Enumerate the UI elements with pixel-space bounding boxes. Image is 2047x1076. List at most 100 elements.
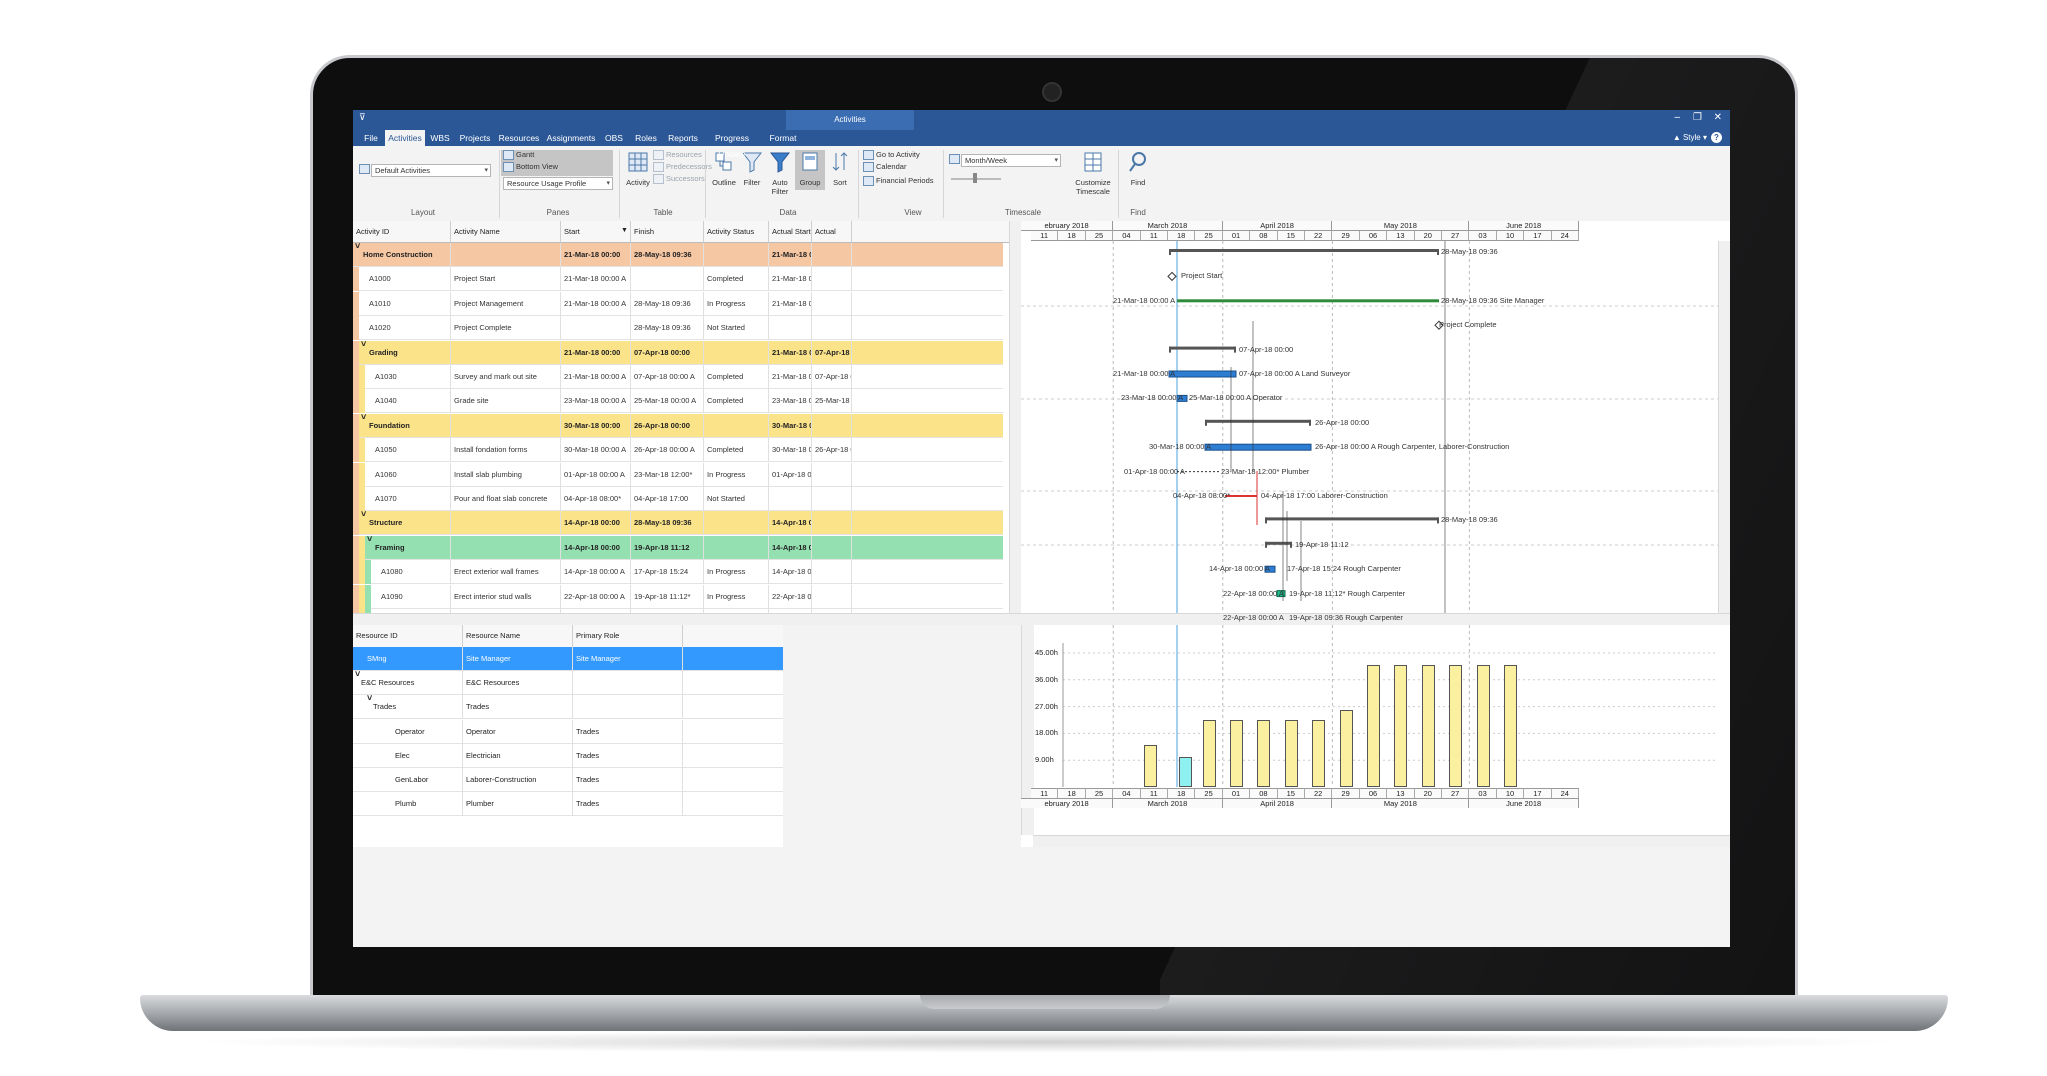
menu-format[interactable]: Format (761, 130, 805, 146)
wbs-row[interactable]: Foundation 30-Mar-18 00:00 26-Apr-18 00:00… (353, 412, 1003, 438)
activity-row[interactable]: A1090 Erect interior stud walls 22-Apr-18 … (353, 584, 1003, 609)
collapse-chevron-icon[interactable]: ˅ (367, 693, 372, 703)
menu-reports[interactable]: Reports (663, 130, 703, 146)
activity-row[interactable]: A1040 Grade site 23-Mar-18 00:00 A 25-Mar-1… (353, 389, 1003, 414)
cell-id: A1040 (353, 389, 451, 414)
resource-table-empty-area (783, 625, 1022, 847)
timescale-week: 18 (1168, 231, 1196, 241)
restore-icon[interactable]: ❐ (1693, 112, 1702, 123)
collapse-chevron-icon[interactable]: ˅ (355, 669, 360, 679)
menu-activities[interactable]: Activities (385, 130, 425, 146)
histogram-hscroll[interactable] (1033, 835, 1730, 847)
table-predecessors[interactable]: Predecessors (653, 161, 712, 173)
outline-label: Outline (712, 178, 736, 187)
timescale-slider-handle[interactable] (973, 173, 977, 183)
resource-row[interactable]: GenLabor Laborer-Construction Trades (353, 768, 783, 792)
quick-access-icon[interactable]: ⊽ (359, 112, 366, 123)
pane-bottom-view[interactable]: Bottom View (503, 161, 558, 173)
menu-assignments[interactable]: Assignments (543, 130, 599, 146)
menu-roles[interactable]: Roles (629, 130, 663, 146)
timescale-combo[interactable]: Month/Week ▾ (961, 154, 1061, 167)
activity-row[interactable]: A1050 Install fondation forms 30-Mar-18 00… (353, 438, 1003, 463)
resource-row[interactable]: Operator Operator Trades (353, 719, 783, 744)
resource-cell-id: Plumb (353, 792, 463, 817)
sort-label: Sort (833, 178, 847, 187)
activity-row[interactable]: A1060 Install slab plumbing 01-Apr-18 00:0… (353, 462, 1003, 487)
gantt-bar-label: 28-May-18 09:36 (1441, 515, 1498, 525)
cell-start: 21-Mar-18 00:00 (561, 243, 631, 267)
wbs-row[interactable]: Structure 14-Apr-18 00:00 28-May-18 09:36 1… (353, 509, 1003, 536)
timescale-week: 24 (1551, 788, 1579, 798)
activity-row[interactable]: A1080 Erect exterior wall frames 14-Apr-18… (353, 560, 1003, 585)
resource-column-header[interactable]: Primary Role (573, 625, 683, 647)
activity-table-hscroll[interactable] (353, 613, 1021, 625)
group-button[interactable]: Group (795, 150, 825, 190)
close-icon[interactable]: ✕ (1714, 112, 1722, 123)
resource-row[interactable]: SMng Site Manager Site Manager (353, 647, 783, 671)
gantt-bar-label: 30-Mar-18 00:00 A (1149, 442, 1212, 452)
customize-timescale-icon (1084, 152, 1102, 172)
menu-resources[interactable]: Resources (495, 130, 543, 146)
activity-row[interactable]: A1070 Pour and float slab concrete 04-Apr-… (353, 487, 1003, 511)
wbs-row[interactable]: Home Construction 21-Mar-18 00:00 28-May-1… (353, 241, 1003, 267)
gantt-bar-label: 21-Mar-18 00:00 A (1113, 369, 1176, 378)
collapse-chevron-icon[interactable]: ˅ (361, 509, 366, 519)
resource-row[interactable]: Trades Trades ˅ (353, 693, 783, 720)
timescale-week: 24 (1551, 231, 1579, 241)
sort-desc-icon[interactable]: ▼ (621, 227, 628, 234)
wbs-row[interactable]: Framing 14-Apr-18 00:00 19-Apr-18 11:12 14-… (353, 534, 1003, 560)
menu-wbs[interactable]: WBS (425, 130, 455, 146)
menu-projects[interactable]: Projects (455, 130, 495, 146)
style-menu[interactable]: ▲ Style ▾? (1673, 132, 1722, 143)
help-icon[interactable]: ? (1711, 132, 1722, 143)
column-header[interactable]: Actual Start (769, 221, 812, 242)
menu-obs[interactable]: OBS (599, 130, 629, 146)
layout-combo[interactable]: Default Activities ▾ (371, 164, 491, 177)
column-header[interactable]: Actual Finish (812, 221, 852, 257)
menu-progress-update[interactable]: Progress Update (703, 130, 761, 159)
cell-name: Grade site (451, 389, 561, 414)
gantt-bar-label: 04-Apr-18 17:00 Laborer-Construction (1261, 491, 1388, 500)
activity-table-button[interactable]: Activity (623, 150, 653, 187)
goto-activity-button[interactable]: Go to Activity (863, 149, 920, 161)
customize-timescale-button[interactable]: Customize Timescale (1073, 150, 1113, 196)
collapse-chevron-icon[interactable]: ˅ (361, 412, 366, 422)
cell-status (704, 535, 769, 560)
financial-periods-button[interactable]: Financial Periods (863, 175, 934, 187)
resource-cell-role: Trades (573, 792, 683, 817)
resource-row[interactable]: Plumb Plumber Trades (353, 792, 783, 817)
wbs-row[interactable]: Grading 21-Mar-18 00:00 07-Apr-18 00:00 21-… (353, 339, 1003, 365)
table-icon (628, 152, 648, 172)
resource-table-header: Resource ID Resource Name Primary Role (353, 625, 783, 648)
column-header[interactable]: Activity ID (353, 221, 451, 242)
gantt-vscroll[interactable] (1718, 241, 1730, 613)
collapse-chevron-icon[interactable]: ˅ (367, 534, 372, 544)
table-successors[interactable]: Successors (653, 173, 705, 185)
chevron-down-icon: ▾ (1054, 157, 1058, 164)
histogram-bar (1257, 720, 1271, 787)
resource-column-header[interactable]: Resource ID (353, 625, 463, 647)
find-button[interactable]: Find (1123, 150, 1153, 187)
column-header[interactable]: Activity Status (704, 221, 769, 242)
bottom-view-combo[interactable]: Resource Usage Profile ▾ (503, 177, 613, 190)
resource-column-header[interactable]: Resource Name (463, 625, 573, 647)
sort-button[interactable]: Sort (825, 150, 855, 187)
column-header[interactable]: Finish (631, 221, 704, 242)
activity-row[interactable]: A1020 Project Complete 28-May-18 09:36 Not … (353, 316, 1003, 341)
resource-row[interactable]: E&C Resources E&C Resources ˅ (353, 669, 783, 696)
cell-status (704, 340, 769, 365)
cell-status: In Progress (704, 462, 769, 487)
collapse-chevron-icon[interactable]: ˅ (361, 339, 366, 349)
activity-row[interactable]: A1030 Survey and mark out site 21-Mar-18 0… (353, 365, 1003, 389)
column-header[interactable]: Activity Name (451, 221, 561, 242)
resource-row[interactable]: Elec Electrician Trades (353, 743, 783, 768)
minimize-icon[interactable]: – (1674, 112, 1680, 123)
pane-gantt[interactable]: Gantt (503, 149, 534, 161)
table-resources[interactable]: Resources (653, 149, 702, 161)
collapse-chevron-icon[interactable]: ˅ (355, 241, 360, 251)
calendar-button[interactable]: Calendar (863, 161, 906, 173)
auto-filter-button[interactable]: Auto Filter (765, 150, 795, 196)
activity-row[interactable]: A1000 Project Start 21-Mar-18 00:00 A Compl… (353, 267, 1003, 292)
menu-file[interactable]: File (357, 130, 385, 146)
activity-row[interactable]: A1010 Project Management 21-Mar-18 00:00 A… (353, 291, 1003, 316)
